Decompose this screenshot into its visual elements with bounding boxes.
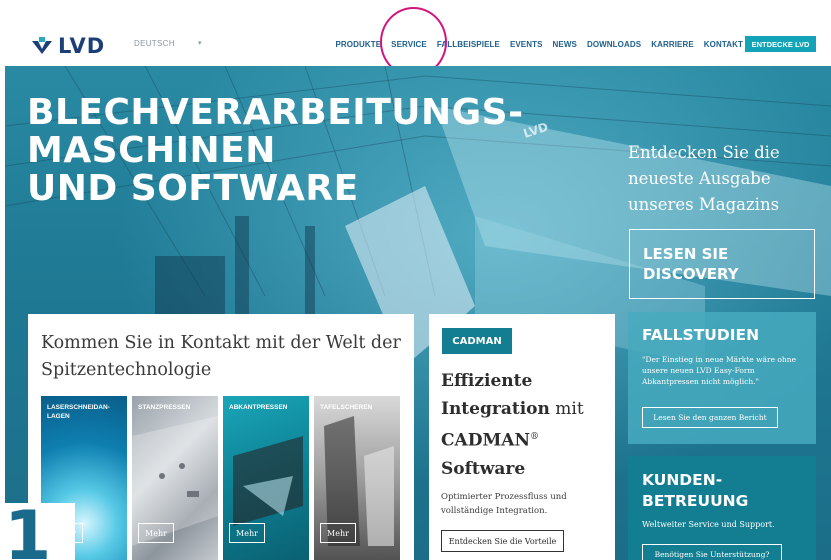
cadman-heading-part: mit <box>549 399 584 419</box>
customer-service-title-line-2: BETREUUNG <box>642 492 749 510</box>
tile-label: STANZPRESSEN <box>138 404 191 411</box>
customer-service-panel: KUNDEN- BETREUUNG Weltweiter Service und… <box>628 456 816 560</box>
tile-label: LASERSCHNEIDAN-LAGEN <box>47 404 110 420</box>
hero-title-line-2: MASCHINEN <box>27 130 276 171</box>
case-studies-title: FALLSTUDIEN <box>642 326 760 344</box>
cadman-heading: Effiziente Integration mit CADMAN® Softw… <box>441 367 611 483</box>
cadman-benefits-button[interactable]: Entdecken Sie die Vorteile <box>441 530 564 552</box>
customer-service-description: Weltweiter Service und Support. <box>642 520 775 529</box>
entdecke-lvd-button[interactable]: ENTDECKE LVD <box>745 36 816 52</box>
language-selector[interactable]: DEUTSCH <box>134 39 175 48</box>
tile-abkantpressen[interactable]: ABKANTPRESSEN Mehr <box>223 396 309 560</box>
tile-stanzpressen[interactable]: STANZPRESSEN Mehr <box>132 396 218 560</box>
nav-item-produkte[interactable]: PRODUKTE <box>335 40 381 49</box>
cadman-badge: CADMAN <box>442 328 512 354</box>
lvd-logo-icon <box>32 37 52 54</box>
hero-title-line-1: BLECHVERARBEITUNGS- <box>27 92 524 133</box>
tile-label: ABKANTPRESSEN <box>229 404 288 411</box>
support-button[interactable]: Benötigen Sie Unterstützung? <box>642 544 782 560</box>
case-study-quote: "Der Einstieg in neue Märkte wäre ohne u… <box>642 355 797 386</box>
read-discovery-line-2: DISCOVERY <box>643 265 739 283</box>
nav-item-events[interactable]: EVENTS <box>510 40 543 49</box>
nav-item-karriere[interactable]: KARRIERE <box>651 40 694 49</box>
cadman-heading-part: Software <box>441 458 526 479</box>
nav-item-news[interactable]: NEWS <box>553 40 577 49</box>
cadman-heading-part: Integration <box>441 399 550 419</box>
cadman-heading-part: CADMAN <box>441 430 531 451</box>
contact-title: Kommen Sie in Kontakt mit der Welt der S… <box>41 333 401 380</box>
hero-title: BLECHVERARBEITUNGS- MASCHINEN UND SOFTWA… <box>27 94 524 208</box>
magazine-teaser: Entdecken Sie die neueste Ausgabe unsere… <box>628 143 780 214</box>
chevron-down-icon[interactable]: ▾ <box>198 39 202 47</box>
cadman-card: CADMAN Effiziente Integration mit CADMAN… <box>429 314 615 560</box>
read-discovery-line-1: LESEN SIE <box>643 245 729 263</box>
logo-text: LVD <box>58 34 106 58</box>
customer-service-title: KUNDEN- BETREUUNG <box>642 470 748 512</box>
page-number: 1 <box>4 497 52 560</box>
read-discovery-button[interactable]: LESEN SIE DISCOVERY <box>629 229 815 299</box>
nav-item-kontakt[interactable]: KONTAKT <box>704 40 743 49</box>
cadman-heading-part: Effiziente <box>441 371 533 391</box>
lvd-logo[interactable]: LVD <box>30 34 105 58</box>
cadman-description: Optimierter Prozessfluss und vollständig… <box>441 492 567 516</box>
site-header: LVD DEUTSCH ▾ PRODUKTE SERVICE FALLBEISP… <box>0 0 831 77</box>
case-studies-panel: FALLSTUDIEN "Der Einstieg in neue Märkte… <box>628 312 816 444</box>
tile-label: TAFELSCHEREN <box>320 404 373 411</box>
page-number-overlay: 1 <box>0 503 75 560</box>
contact-card: Kommen Sie in Kontakt mit der Welt der S… <box>28 314 414 560</box>
read-report-button[interactable]: Lesen Sie den ganzen Bericht <box>642 407 778 428</box>
more-button[interactable]: Mehr <box>138 523 174 543</box>
customer-service-title-line-1: KUNDEN- <box>642 471 723 489</box>
hero-title-line-3: UND SOFTWARE <box>27 168 359 209</box>
registered-mark: ® <box>530 432 540 442</box>
more-button[interactable]: Mehr <box>229 523 265 543</box>
more-button[interactable]: Mehr <box>320 523 356 543</box>
nav-item-downloads[interactable]: DOWNLOADS <box>587 40 641 49</box>
tile-tafelscheren[interactable]: TAFELSCHEREN Mehr <box>314 396 400 560</box>
